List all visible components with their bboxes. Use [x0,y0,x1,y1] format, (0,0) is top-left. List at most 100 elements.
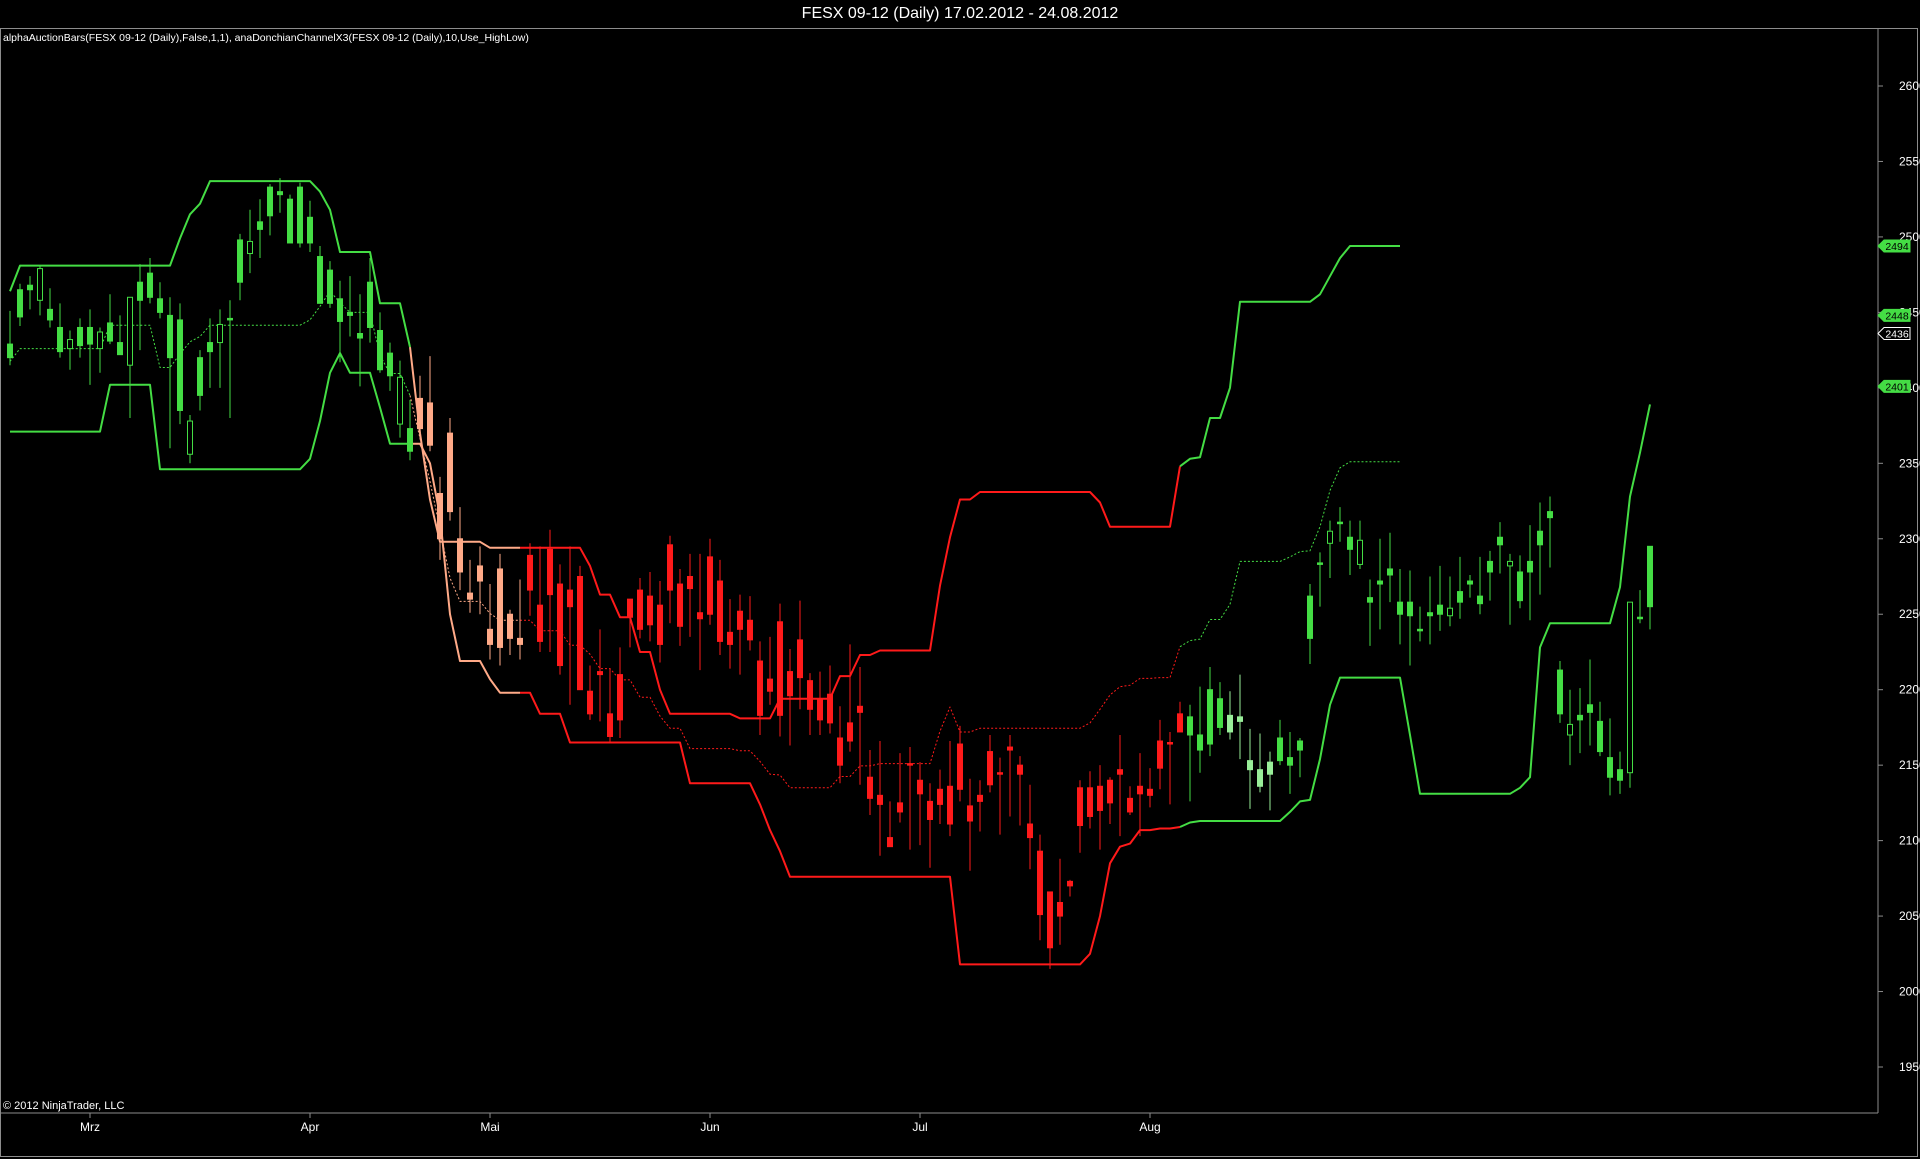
candle-body [217,323,223,344]
candle-body [327,269,333,304]
candle [467,559,473,613]
candle [757,641,763,735]
candle-body [757,660,763,716]
candle-body [557,583,563,667]
price-badges: 2494 2448 2436 2401 [1877,239,1911,393]
y-tick-label: 2550 [1899,154,1920,168]
candle-body [697,612,703,620]
candle [707,538,713,625]
candle-body [137,281,143,301]
candle [1027,784,1033,870]
candle-body [997,772,1003,775]
y-tick-label: 2000 [1899,985,1920,999]
candle-body [347,311,353,316]
candle [1327,520,1333,579]
candle-body [1457,591,1463,603]
candle-body [527,554,533,591]
candle [1457,556,1463,619]
candle-body [1607,757,1613,778]
candle [1227,691,1233,740]
candle [647,571,653,642]
candle-body [1377,580,1383,585]
candle [1517,555,1523,609]
candle [187,415,193,464]
price-chart[interactable]: 1950200020502100215022002250230023502400… [0,0,1920,1159]
candle-body [1097,785,1103,811]
y-tick-label: 2150 [1899,758,1920,772]
candle [1377,538,1383,630]
candle [517,579,523,660]
candle [277,178,283,213]
donchian-middle-line [409,395,520,621]
candle-body [1407,601,1413,617]
candle [1087,771,1093,829]
candle-body [457,538,463,573]
candle-body [1157,740,1163,769]
candle [287,194,293,244]
candle-body [1207,689,1213,745]
candle-body [1287,757,1293,766]
candle-body [157,298,163,313]
candle [1177,701,1183,733]
candle-body [407,428,413,452]
candle [587,665,593,720]
candle [1127,786,1133,815]
candle [827,665,833,734]
candle-body [1357,539,1363,565]
candle [237,233,243,301]
candle-body [1137,785,1143,795]
x-tick-label: Apr [301,1120,320,1134]
candle [987,734,993,793]
candle-body [1037,850,1043,916]
candle [1557,661,1563,723]
candle-body [1637,616,1643,620]
candle-body [1277,737,1283,762]
candle-body [1197,734,1203,751]
candle-body [97,331,103,350]
candle-body [737,610,743,630]
candle-body [1267,761,1273,775]
candle-body [1337,521,1343,525]
candle-body [927,800,933,820]
candle [1387,532,1393,603]
candle [1317,552,1323,607]
price-badge-label: 2448 [1885,310,1909,322]
candle-body [677,583,683,627]
candle-body [777,621,783,716]
candle-body [1047,891,1053,949]
candle [447,418,453,521]
candle [1577,688,1583,754]
y-tick-label: 2200 [1899,683,1920,697]
candle-body [1487,560,1493,573]
axes: 1950200020502100215022002250230023502400… [1,29,1920,1134]
candle [977,780,983,832]
candle [347,276,353,337]
candle [107,294,113,345]
candle-body [1227,714,1233,733]
candle [967,778,973,871]
candle-body [987,751,993,786]
candle [497,553,503,666]
y-tick-label: 2350 [1899,456,1920,470]
candle-body [127,296,133,366]
candle-body [1327,530,1333,544]
copyright-notice: © 2012 NinjaTrader, LLC [3,1100,125,1112]
candle [797,600,803,710]
candle-body [617,674,623,721]
candle [1217,682,1223,735]
candle-body [817,698,823,721]
candle [1237,674,1243,760]
candle-body [447,432,453,513]
candle-body [1527,560,1533,573]
candle-body [1497,536,1503,546]
candle-body [1147,788,1153,796]
candle-body [1317,562,1323,565]
y-tick-label: 2600 [1899,79,1920,93]
candle [697,553,703,671]
candle-body [427,402,433,446]
candle [947,741,953,837]
y-tick-label: 2300 [1899,532,1920,546]
candle [927,783,933,868]
candle-body [1517,571,1523,602]
candle [297,182,303,248]
